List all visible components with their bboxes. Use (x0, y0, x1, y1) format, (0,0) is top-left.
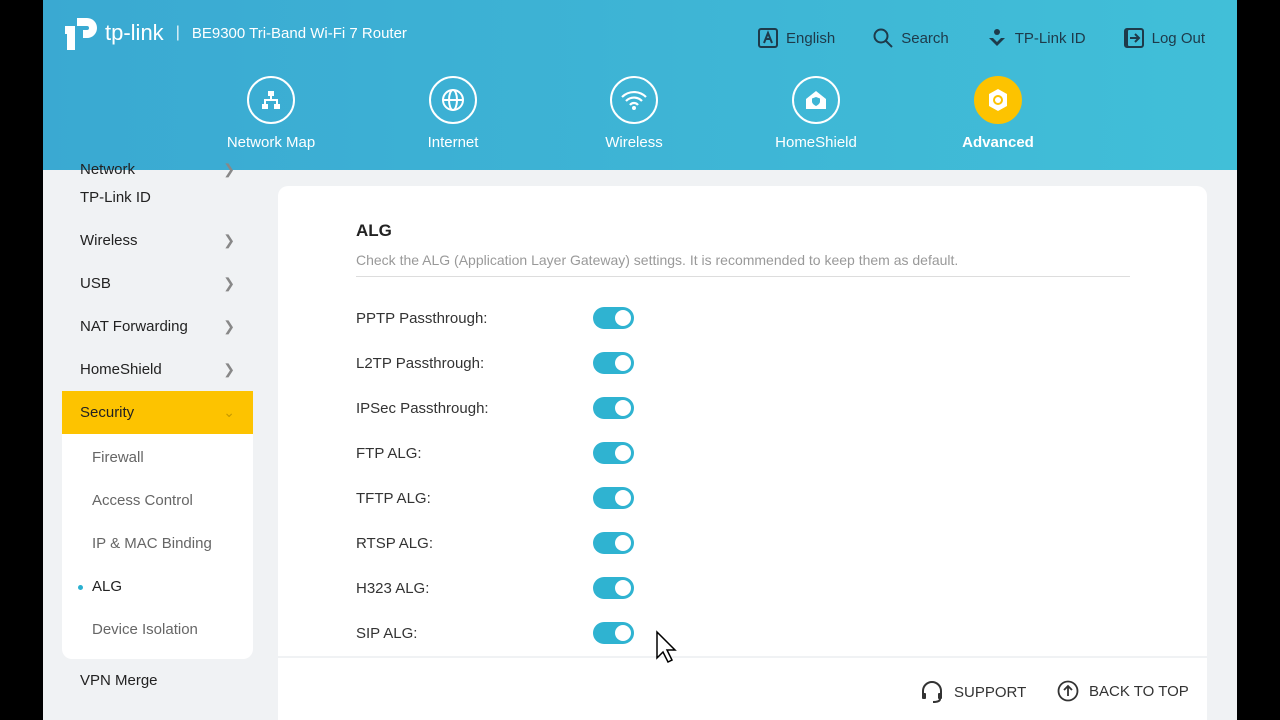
page-title: ALG (356, 221, 392, 240)
nav-wireless[interactable]: Wireless (564, 76, 704, 151)
setting-label: TFTP ALG: (356, 489, 431, 507)
sidebar-label: Wireless (80, 232, 138, 249)
toggle-switch[interactable] (593, 487, 634, 509)
setting-label: RTSP ALG: (356, 534, 433, 552)
sidebar-label: HomeShield (80, 361, 162, 378)
setting-row: PPTP Passthrough: (356, 307, 634, 329)
sidebar-sub-ip-mac-binding[interactable]: IP & MAC Binding (62, 522, 253, 565)
sidebar-item-tplink-id[interactable]: TP-Link ID (62, 176, 253, 219)
header: tp-link | BE9300 Tri-Band Wi-Fi 7 Router… (43, 0, 1237, 170)
back-to-top-button[interactable]: BACK TO TOP (1057, 680, 1189, 702)
chevron-right-icon: ❯ (223, 318, 235, 334)
search-button[interactable]: Search (873, 28, 949, 48)
sidebar-label: USB (80, 275, 111, 292)
sidebar-item-wireless[interactable]: Wireless ❯ (62, 219, 253, 262)
setting-label: FTP ALG: (356, 444, 422, 462)
sidebar-item-nat-forwarding[interactable]: NAT Forwarding ❯ (62, 305, 253, 348)
toggle-switch[interactable] (593, 532, 634, 554)
sidebar-label: Security (80, 404, 135, 421)
nav-label: HomeShield (775, 134, 857, 151)
toggle-switch[interactable] (593, 442, 634, 464)
sidebar-item-homeshield[interactable]: HomeShield ❯ (62, 348, 253, 391)
setting-row: TFTP ALG: (356, 487, 634, 509)
language-label: English (786, 29, 836, 47)
sidebar-item-usb[interactable]: USB ❯ (62, 262, 253, 305)
setting-label: IPSec Passthrough: (356, 399, 489, 417)
tplink-id-icon (988, 29, 1005, 46)
wifi-icon (610, 76, 658, 124)
nav-internet[interactable]: Internet (383, 76, 523, 151)
chevron-down-icon: ⌄ (223, 404, 235, 420)
sidebar-label: VPN Merge (80, 672, 158, 689)
language-button[interactable]: English (758, 28, 835, 48)
toggle-switch[interactable] (593, 352, 634, 374)
footer: SUPPORT BACK TO TOP (278, 658, 1207, 720)
setting-row: RTSP ALG: (356, 532, 634, 554)
toggle-switch[interactable] (593, 622, 634, 644)
search-icon (873, 28, 893, 48)
nav-network-map[interactable]: Network Map (201, 76, 341, 151)
sidebar-label: NAT Forwarding (80, 318, 188, 335)
router-admin-app: tp-link | BE9300 Tri-Band Wi-Fi 7 Router… (43, 0, 1237, 720)
arrow-up-circle-icon (1057, 680, 1079, 702)
setting-label: SIP ALG: (356, 624, 418, 642)
nav-advanced[interactable]: Advanced (928, 76, 1068, 151)
page-description: Check the ALG (Application Layer Gateway… (356, 252, 1130, 277)
language-icon (758, 28, 779, 48)
chevron-right-icon: ❯ (223, 161, 235, 177)
globe-icon (429, 76, 477, 124)
divider: | (175, 24, 180, 41)
security-submenu: Firewall Access Control IP & MAC Binding… (62, 434, 253, 659)
network-map-icon (247, 76, 295, 124)
logout-icon (1123, 28, 1144, 48)
sidebar-item-security[interactable]: Security ⌄ (62, 391, 253, 434)
alg-panel: ALG Check the ALG (Application Layer Gat… (278, 186, 1207, 656)
setting-label: PPTP Passthrough: (356, 309, 488, 327)
sidebar-item-vpn-merge[interactable]: VPN Merge (62, 659, 253, 702)
setting-row: SIP ALG: (356, 622, 634, 644)
setting-row: L2TP Passthrough: (356, 352, 634, 374)
tplink-id-label: TP-Link ID (1014, 29, 1086, 47)
model-name: BE9300 Tri-Band Wi-Fi 7 Router (191, 24, 407, 42)
setting-label: L2TP Passthrough: (356, 354, 485, 372)
sidebar-sub-access-control[interactable]: Access Control (62, 479, 253, 522)
chevron-right-icon: ❯ (223, 275, 235, 291)
tplink-id-button[interactable]: TP-Link ID (987, 28, 1086, 48)
setting-label: H323 ALG: (356, 579, 430, 597)
sidebar-sub-device-isolation[interactable]: Device Isolation (62, 608, 253, 651)
chevron-right-icon: ❯ (223, 361, 235, 377)
tplink-logo[interactable]: tp-link | BE9300 Tri-Band Wi-Fi 7 Router (63, 14, 407, 52)
sidebar: Network ❯ TP-Link ID Wireless ❯ USB ❯ NAT F… (62, 161, 253, 720)
support-label: SUPPORT (954, 683, 1027, 701)
mouse-cursor-icon (656, 630, 677, 664)
chevron-right-icon: ❯ (223, 232, 235, 248)
top-links: English Search TP-Link ID Log Out (758, 28, 1205, 48)
setting-row: IPSec Passthrough: (356, 397, 634, 419)
search-label: Search (901, 29, 949, 47)
nav-label: Internet (427, 134, 479, 151)
headset-icon (922, 681, 942, 703)
brand-name: tp-link (105, 20, 164, 45)
setting-row: FTP ALG: (356, 442, 634, 464)
sidebar-label: TP-Link ID (80, 189, 151, 206)
toggle-switch[interactable] (593, 307, 634, 329)
tplink-logo-icon (65, 18, 97, 50)
support-button[interactable]: SUPPORT (920, 680, 1026, 704)
nav-label: Wireless (605, 134, 663, 151)
nav-label: Network Map (226, 134, 316, 151)
homeshield-icon (792, 76, 840, 124)
toggle-switch[interactable] (593, 397, 634, 419)
nav-label: Advanced (962, 134, 1034, 151)
sidebar-label: Network (80, 161, 136, 178)
nav-homeshield[interactable]: HomeShield (746, 76, 886, 151)
logout-label: Log Out (1151, 29, 1205, 47)
logout-button[interactable]: Log Out (1123, 28, 1205, 48)
setting-row: H323 ALG: (356, 577, 634, 599)
toggle-switch[interactable] (593, 577, 634, 599)
sidebar-sub-firewall[interactable]: Firewall (62, 436, 253, 479)
back-to-top-label: BACK TO TOP (1089, 682, 1189, 700)
gear-icon (974, 76, 1022, 124)
sidebar-sub-alg[interactable]: ALG (62, 565, 253, 608)
